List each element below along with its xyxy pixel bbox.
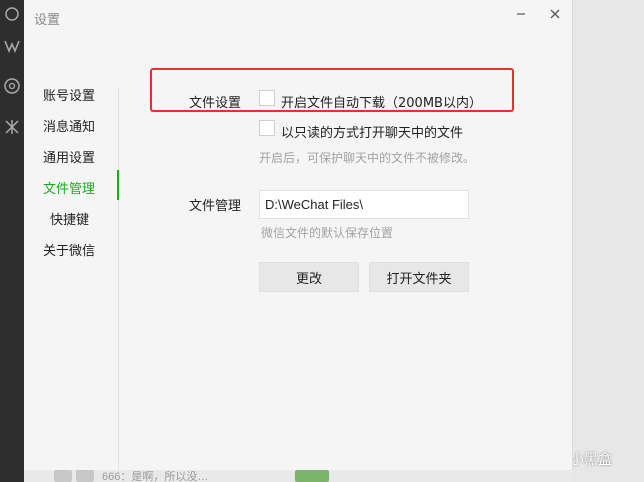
mini-program-icon[interactable] xyxy=(2,36,22,56)
watermark-text: 小黑盒 xyxy=(570,452,612,468)
nav-item-shortcuts[interactable]: 快捷键 xyxy=(50,209,89,228)
avatar[interactable] xyxy=(76,470,94,482)
search-channels-icon[interactable] xyxy=(2,117,22,137)
close-button[interactable] xyxy=(546,5,564,23)
nav-item-account[interactable]: 账号设置 xyxy=(43,85,95,104)
avatar[interactable] xyxy=(54,470,72,482)
save-path-hint: 微信文件的默认保存位置 xyxy=(261,226,394,240)
change-path-button[interactable]: 更改 xyxy=(259,262,359,292)
nav-divider xyxy=(118,88,119,470)
nav-item-notifications[interactable]: 消息通知 xyxy=(43,116,95,135)
close-icon xyxy=(550,9,560,19)
wechat-sidebar xyxy=(0,0,24,482)
moments-icon[interactable] xyxy=(2,76,22,96)
nav-item-file-management[interactable]: 文件管理 xyxy=(43,178,95,197)
chat-area-background xyxy=(573,0,644,482)
nav-item-about[interactable]: 关于微信 xyxy=(43,240,95,259)
minimize-icon xyxy=(517,13,525,15)
chat-icon[interactable] xyxy=(2,4,22,24)
save-path-field[interactable]: D:\WeChat Files\ xyxy=(259,190,469,219)
nav-item-general[interactable]: 通用设置 xyxy=(43,147,95,166)
chat-preview-text: 666：是啊，所以没… xyxy=(102,471,209,482)
read-only-label[interactable]: 以只读的方式打开聊天中的文件 xyxy=(281,122,463,141)
minimize-button[interactable] xyxy=(512,5,530,23)
avatar[interactable] xyxy=(295,470,329,482)
nav-active-indicator xyxy=(117,170,119,200)
open-folder-button[interactable]: 打开文件夹 xyxy=(369,262,469,292)
read-only-checkbox[interactable] xyxy=(259,120,275,136)
read-only-hint: 开启后，可保护聊天中的文件不被修改。 xyxy=(259,151,476,165)
file-management-label: 文件管理 xyxy=(189,199,242,214)
annotation-highlight-box xyxy=(150,68,514,112)
settings-dialog: 设置 账号设置 消息通知 通用设置 文件管理 快捷键 关于微信 文件设置 开启文… xyxy=(24,0,573,470)
dialog-title: 设置 xyxy=(34,13,61,28)
